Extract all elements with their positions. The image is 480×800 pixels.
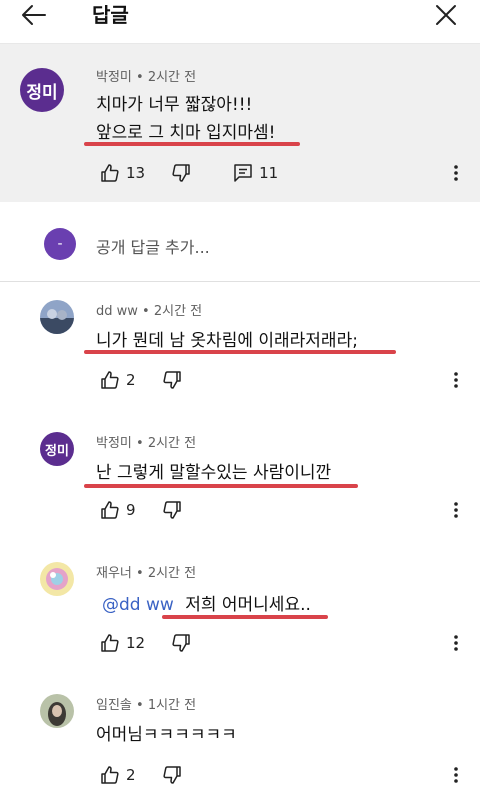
- comment-text-line2: 앞으로 그 치마 입지마셈!: [96, 123, 276, 143]
- comment-actions: 2: [100, 369, 214, 391]
- comment-text-body: 저희 어머니세요..: [185, 595, 311, 615]
- like-button[interactable]: 12: [100, 633, 145, 653]
- more-options-button[interactable]: [446, 368, 466, 392]
- user-photo-icon: [40, 694, 74, 728]
- reply-item: 임진솔 • 1시간 전 어머님ㅋㅋㅋㅋㅋㅋ 2: [0, 672, 480, 800]
- more-options-button[interactable]: [446, 763, 466, 787]
- like-button[interactable]: 2: [100, 370, 136, 390]
- comment-meta: 박정미 • 2시간 전: [96, 70, 197, 85]
- avatar[interactable]: 정미: [40, 432, 74, 466]
- avatar[interactable]: [40, 694, 74, 728]
- more-vert-icon: [454, 502, 458, 518]
- more-options-button[interactable]: [446, 161, 466, 185]
- like-count: 2: [126, 371, 136, 389]
- comment-meta: 임진솔 • 1시간 전: [96, 698, 197, 713]
- reply-item: 재우너 • 2시간 전 @dd ww 저희 어머니세요.. 12: [0, 542, 480, 672]
- comment-actions: 12: [100, 632, 223, 654]
- comment-text: @dd ww 저희 어머니세요..: [102, 590, 311, 615]
- header: 답글: [0, 0, 480, 44]
- parent-comment: 정미 박정미 • 2시간 전 치마가 너무 짧잖아!!! 앞으로 그 치마 입지…: [0, 44, 480, 202]
- thumbs-up-icon: [101, 634, 119, 652]
- red-underline-mark: [84, 484, 358, 488]
- close-icon: [436, 5, 456, 25]
- comment-meta: 박정미 • 2시간 전: [96, 436, 197, 451]
- add-reply-row[interactable]: - 공개 답글 추가...: [0, 202, 480, 282]
- comment-meta: 재우너 • 2시간 전: [96, 566, 197, 581]
- comment-meta: dd ww • 2시간 전: [96, 304, 203, 319]
- like-button[interactable]: 9: [100, 500, 136, 520]
- comment-text: 난 그렇게 말할수있는 사람이니깐: [96, 463, 332, 483]
- my-avatar: -: [44, 228, 76, 260]
- dislike-button[interactable]: [171, 633, 197, 653]
- thumbs-up-icon: [101, 164, 119, 182]
- user-photo-icon: [40, 300, 74, 334]
- like-button[interactable]: 13: [100, 163, 145, 183]
- thumbs-down-icon: [172, 164, 190, 182]
- more-options-button[interactable]: [446, 631, 466, 655]
- dislike-button[interactable]: [162, 370, 188, 390]
- more-vert-icon: [454, 372, 458, 388]
- avatar[interactable]: [40, 300, 74, 334]
- back-arrow-icon: [22, 5, 46, 25]
- dislike-button[interactable]: [162, 500, 188, 520]
- reply-input[interactable]: 공개 답글 추가...: [96, 234, 210, 258]
- like-count: 2: [126, 766, 136, 784]
- like-count: 9: [126, 501, 136, 519]
- red-underline-mark: [84, 350, 396, 354]
- like-button[interactable]: 2: [100, 765, 136, 785]
- reply-item: dd ww • 2시간 전 니가 뭔데 남 옷차림에 이래라저래라; 2: [0, 282, 480, 412]
- like-count: 13: [126, 164, 146, 182]
- comment-actions: 9: [100, 499, 214, 521]
- dislike-button[interactable]: [171, 163, 197, 183]
- page-title: 답글: [92, 3, 129, 27]
- thumbs-down-icon: [162, 501, 181, 519]
- thumbs-down-icon: [162, 371, 181, 389]
- comment-icon: [234, 164, 252, 182]
- user-photo-icon: [40, 562, 74, 596]
- thumbs-down-icon: [172, 634, 190, 652]
- more-vert-icon: [454, 767, 458, 783]
- thumbs-up-icon: [101, 371, 119, 389]
- thumbs-up-icon: [101, 766, 119, 784]
- back-button[interactable]: [14, 0, 54, 30]
- red-underline-mark: [162, 615, 328, 619]
- comment-text-line1: 치마가 너무 짧잖아!!!: [96, 95, 253, 115]
- red-underline-mark: [84, 142, 300, 146]
- mention-link[interactable]: @dd ww: [102, 595, 174, 615]
- more-options-button[interactable]: [446, 498, 466, 522]
- comment-actions: 13 11: [100, 162, 304, 184]
- more-vert-icon: [454, 635, 458, 651]
- thumbs-up-icon: [101, 501, 119, 519]
- reply-count: 11: [259, 164, 279, 182]
- reply-button[interactable]: 11: [233, 163, 278, 183]
- close-button[interactable]: [426, 0, 466, 30]
- like-count: 12: [126, 634, 146, 652]
- reply-item: 정미 박정미 • 2시간 전 난 그렇게 말할수있는 사람이니깐 9: [0, 412, 480, 542]
- comment-text: 어머님ㅋㅋㅋㅋㅋㅋ: [96, 725, 237, 745]
- comment-text: 니가 뭔데 남 옷차림에 이래라저래라;: [96, 331, 358, 351]
- more-vert-icon: [454, 165, 458, 181]
- dislike-button[interactable]: [162, 765, 188, 785]
- comment-actions: 2: [100, 764, 214, 786]
- thumbs-down-icon: [162, 766, 181, 784]
- avatar[interactable]: 정미: [20, 68, 64, 112]
- avatar[interactable]: [40, 562, 74, 596]
